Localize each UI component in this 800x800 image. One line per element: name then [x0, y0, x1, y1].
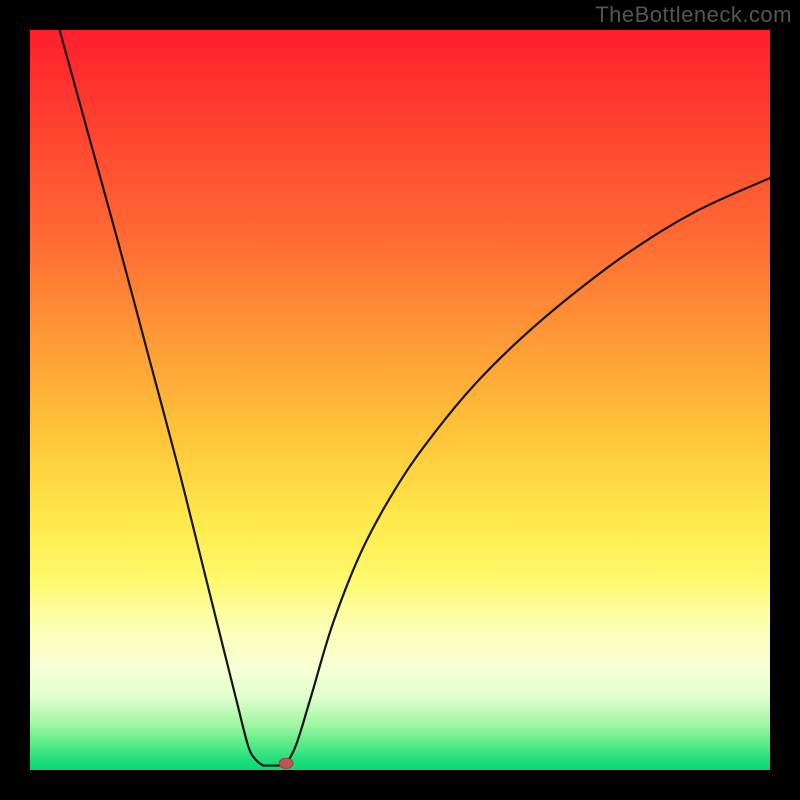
plot-area [30, 30, 770, 770]
chart-container: TheBottleneck.com [0, 0, 800, 800]
curve-right-branch [285, 178, 770, 766]
optimum-marker [279, 758, 293, 768]
watermark-text: TheBottleneck.com [595, 2, 792, 28]
curve-layer [30, 30, 770, 770]
curve-left-branch [60, 30, 264, 766]
